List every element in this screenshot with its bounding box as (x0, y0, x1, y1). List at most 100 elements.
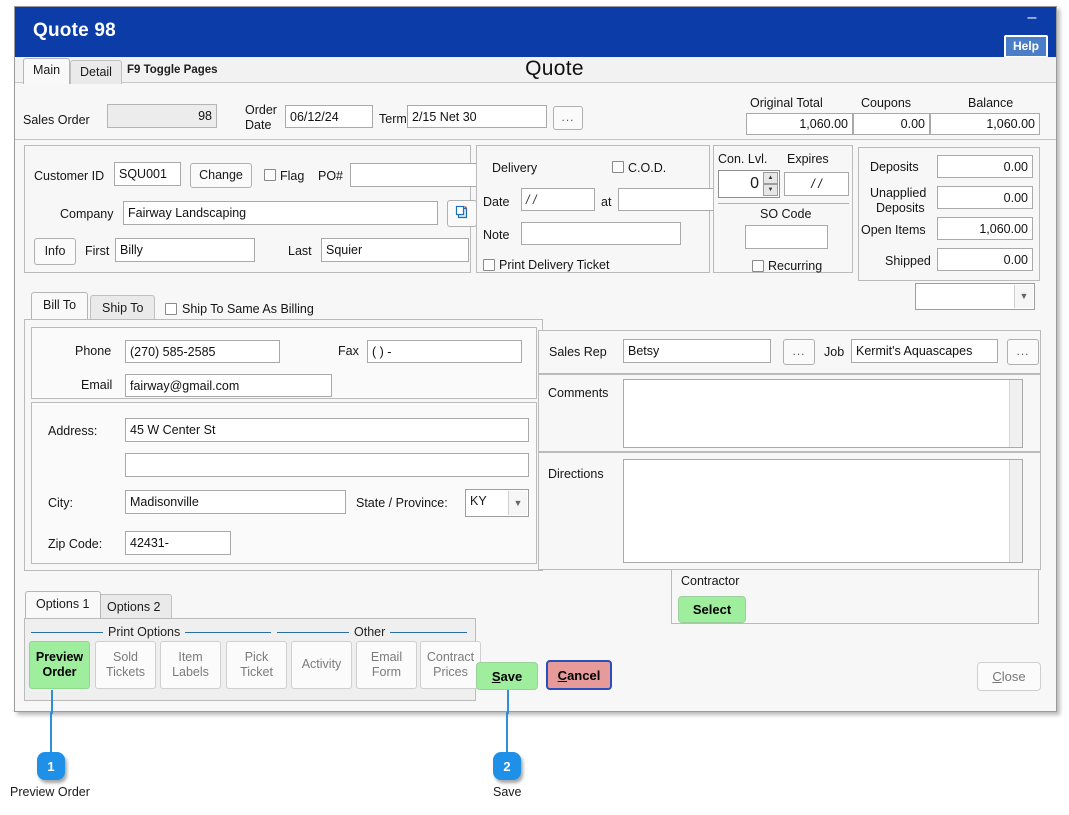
directions-textarea[interactable] (623, 459, 1023, 563)
change-customer-button[interactable]: Change (190, 163, 252, 188)
con-lvl-spinner[interactable]: 0 ▲ ▼ (718, 170, 780, 198)
city-input[interactable]: Madisonville (125, 490, 346, 514)
sales-rep-input[interactable]: Betsy (623, 339, 771, 363)
close-button[interactable]: Close (977, 662, 1041, 691)
tab-options-1[interactable]: Options 1 (25, 591, 101, 618)
email-form-line2: Form (371, 665, 402, 679)
cod-checkbox[interactable] (612, 161, 624, 173)
customer-info-button[interactable]: Info (34, 238, 76, 265)
pick-ticket-button[interactable]: Pick Ticket (226, 641, 287, 689)
po-input[interactable] (350, 163, 478, 187)
directions-scrollbar[interactable] (1009, 460, 1022, 562)
print-options-label: Print Options (103, 625, 186, 639)
zip-input[interactable]: 42431- (125, 531, 231, 555)
delivery-at-input[interactable] (618, 188, 722, 211)
address-line2-input[interactable] (125, 453, 529, 477)
company-input[interactable]: Fairway Landscaping (123, 201, 438, 225)
comments-textarea[interactable] (623, 379, 1023, 448)
job-input[interactable]: Kermit's Aquascapes (851, 339, 998, 363)
so-code-input[interactable] (745, 225, 828, 249)
open-items-value: 1,060.00 (937, 217, 1033, 240)
leader-line-2-top (507, 690, 509, 714)
order-date-input[interactable]: 06/12/24 (285, 105, 373, 128)
fax-label: Fax (338, 344, 359, 358)
delivery-at-label: at (601, 195, 612, 209)
customer-id-label: Customer ID (34, 169, 105, 183)
deposits-label: Deposits (870, 160, 919, 174)
fax-input[interactable]: ( ) - (367, 340, 522, 363)
copy-icon (454, 204, 470, 224)
shipped-label: Shipped (885, 254, 931, 268)
copy-company-button[interactable] (447, 200, 477, 227)
customer-id-input[interactable]: SQU001 (114, 162, 181, 186)
print-options-separator-right (204, 632, 271, 633)
email-form-button[interactable]: Email Form (356, 641, 417, 689)
open-items-label: Open Items (861, 223, 926, 237)
activity-button[interactable]: Activity (291, 641, 352, 689)
comments-scrollbar[interactable] (1009, 380, 1022, 447)
po-label: PO# (318, 169, 344, 183)
tab-ship-to[interactable]: Ship To (90, 295, 156, 320)
sales-rep-browse-button[interactable]: ... (783, 339, 815, 365)
ship-to-same-as-billing-checkbox[interactable] (165, 303, 177, 315)
unapplied-deposits-label-line2: Deposits (876, 201, 925, 215)
delivery-note-input[interactable] (521, 222, 681, 245)
order-date-label-line2: Date (245, 118, 272, 132)
minimize-icon[interactable]: – (1024, 10, 1040, 29)
company-label: Company (60, 207, 114, 221)
email-input[interactable]: fairway@gmail.com (125, 374, 332, 397)
directions-label: Directions (548, 467, 604, 481)
item-labels-line1: Item (178, 649, 203, 664)
tab-bill-to[interactable]: Bill To (31, 292, 89, 319)
tab-main[interactable]: Main (23, 58, 71, 84)
sales-order-label: Sales Order (23, 113, 90, 127)
sold-tickets-line1: Sold (112, 649, 139, 664)
save-button[interactable]: Save (476, 662, 538, 690)
unapplied-deposits-value: 0.00 (937, 186, 1033, 209)
state-chevron-down-icon[interactable]: ▼ (508, 491, 527, 515)
con-lvl-spinner-buttons[interactable]: ▲ ▼ (763, 172, 778, 196)
callout-2: 2 (493, 752, 521, 780)
con-lvl-label: Con. Lvl. (718, 152, 768, 166)
status-dropdown[interactable]: ▼ (915, 283, 1035, 310)
chevron-down-icon[interactable]: ▼ (1014, 285, 1033, 308)
recurring-label: Recurring (768, 259, 823, 273)
other-label: Other (349, 625, 391, 639)
contract-prices-button[interactable]: Contract Prices (420, 641, 481, 689)
coupons-label: Coupons (861, 96, 912, 110)
state-label: State / Province: (356, 496, 448, 510)
callout-1: 1 (37, 752, 65, 780)
phone-input[interactable]: (270) 585-2585 (125, 340, 280, 363)
address-label: Address: (48, 424, 98, 438)
sold-tickets-button[interactable]: Sold Tickets (95, 641, 156, 689)
original-total-label: Original Total (750, 96, 823, 110)
terms-input[interactable]: 2/15 Net 30 (407, 105, 547, 128)
tab-options-2[interactable]: Options 2 (96, 594, 172, 619)
tab-detail[interactable]: Detail (70, 60, 122, 84)
order-date-label-line1: Order (245, 103, 277, 117)
item-labels-line2: Labels (172, 665, 209, 679)
email-label: Email (81, 378, 113, 392)
last-name-input[interactable]: Squier (321, 238, 469, 262)
terms-browse-button[interactable]: ... (553, 106, 583, 130)
print-delivery-ticket-checkbox[interactable] (483, 259, 495, 271)
delivery-date-input[interactable]: / / (521, 188, 595, 211)
first-name-input[interactable]: Billy (115, 238, 255, 262)
preview-order-line2: Order (42, 665, 77, 679)
spinner-up-icon[interactable]: ▲ (763, 172, 778, 184)
flag-checkbox[interactable] (264, 169, 276, 181)
state-dropdown[interactable]: KY ▼ (465, 489, 529, 517)
cancel-button[interactable]: Cancel (546, 660, 612, 690)
help-button[interactable]: Help (1003, 35, 1048, 58)
job-browse-button[interactable]: ... (1007, 339, 1039, 365)
first-name-label: First (85, 244, 110, 258)
city-label: City: (48, 496, 73, 510)
spinner-down-icon[interactable]: ▼ (763, 184, 778, 196)
address-line1-input[interactable]: 45 W Center St (125, 418, 529, 442)
preview-order-button[interactable]: Preview Order (29, 641, 90, 689)
expires-input[interactable]: / / (784, 172, 849, 196)
close-label-rest: lose (1001, 669, 1026, 684)
recurring-checkbox[interactable] (752, 260, 764, 272)
contractor-select-button[interactable]: Select (678, 596, 746, 623)
item-labels-button[interactable]: Item Labels (160, 641, 221, 689)
